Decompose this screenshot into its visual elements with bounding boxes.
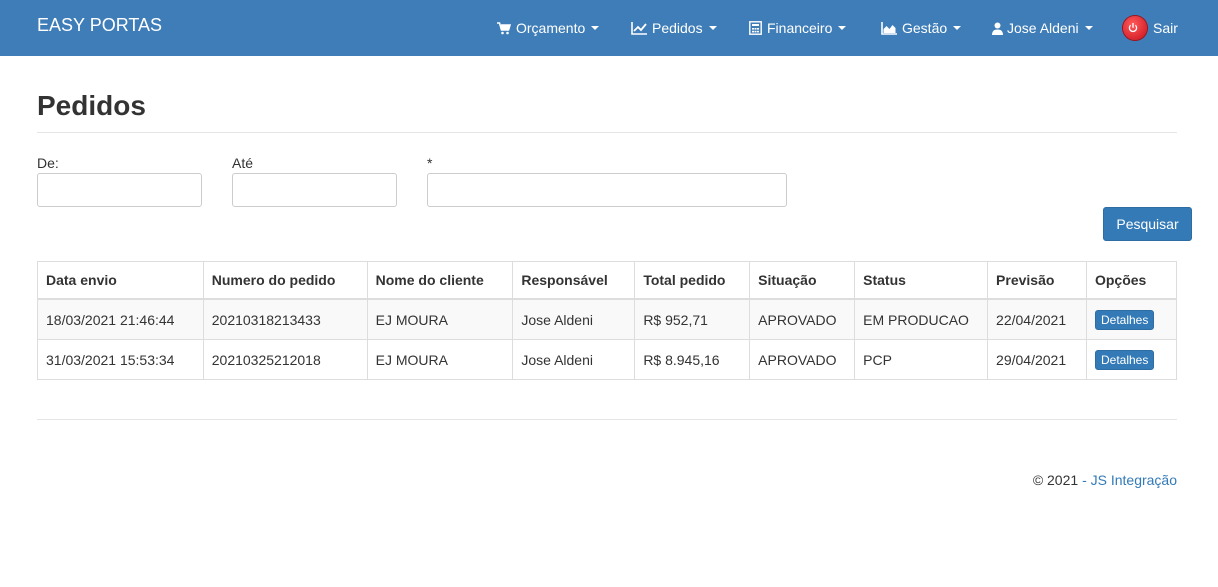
nav-orcamento[interactable]: Orçamento [497, 0, 600, 56]
details-button[interactable]: Detalhes [1094, 349, 1155, 370]
footer-divider [37, 419, 1177, 420]
logout-button[interactable]: Sair [1123, 0, 1178, 56]
to-date-label: Até [232, 155, 254, 171]
cell-situacao: APROVADO [749, 339, 856, 380]
cell-opcoes: Detalhes [1085, 298, 1178, 340]
brand-logo[interactable]: EASY PORTAS [37, 15, 162, 36]
user-icon [992, 22, 1003, 35]
cell-status: PCP [854, 339, 989, 380]
col-header-previsao: Previsão [987, 261, 1087, 300]
line-chart-icon [631, 21, 647, 35]
cell-previsao: 22/04/2021 [987, 298, 1087, 340]
col-header-situacao: Situação [749, 261, 856, 300]
nav-gestao-label: Gestão [902, 20, 948, 36]
cell-numero: 20210318213433 [202, 298, 368, 340]
page-title: Pedidos [37, 90, 146, 121]
nav-user-label: Jose Aldeni [1007, 20, 1079, 36]
cell-previsao: 29/04/2021 [987, 339, 1087, 380]
calculator-icon [749, 21, 762, 35]
nav-orcamento-label: Orçamento [516, 20, 586, 36]
col-header-responsavel: Responsável [512, 261, 636, 300]
search-button[interactable]: Pesquisar [1103, 207, 1192, 241]
chevron-down-icon [838, 26, 847, 30]
table-row: 18/03/2021 21:46:44 20210318213433 EJ MO… [37, 298, 1178, 340]
chevron-down-icon [953, 26, 962, 30]
copyright-text: © 2021 [1032, 472, 1079, 488]
logout-label: Sair [1153, 20, 1178, 36]
nav-financeiro-label: Financeiro [767, 20, 833, 36]
nav-pedidos[interactable]: Pedidos [631, 0, 717, 56]
col-header-total: Total pedido [634, 261, 751, 300]
search-text-input[interactable] [427, 173, 787, 207]
col-header-status: Status [854, 261, 989, 300]
table-row: 31/03/2021 15:53:34 20210325212018 EJ MO… [37, 339, 1178, 380]
col-header-numero: Numero do pedido [202, 261, 368, 300]
cart-icon [497, 21, 511, 34]
cell-status: EM PRODUCAO [854, 298, 989, 340]
chevron-down-icon [1084, 26, 1093, 30]
cell-responsavel: Jose Aldeni [512, 298, 636, 340]
nav-financeiro[interactable]: Financeiro [749, 0, 847, 56]
to-date-input[interactable] [232, 173, 397, 207]
cell-responsavel: Jose Aldeni [512, 339, 636, 380]
col-header-cliente: Nome do cliente [366, 261, 514, 300]
power-icon [1123, 16, 1147, 40]
cell-cliente: EJ MOURA [366, 298, 514, 340]
from-date-input[interactable] [37, 173, 202, 207]
cell-data-envio: 18/03/2021 21:46:44 [37, 298, 204, 340]
orders-table: Data envio Numero do pedido Nome do clie… [37, 261, 1178, 380]
nav-pedidos-label: Pedidos [652, 20, 703, 36]
cell-total: R$ 8.945,16 [634, 339, 751, 380]
footer-link[interactable]: - JS Integração [1082, 472, 1177, 488]
col-header-data-envio: Data envio [37, 261, 204, 300]
chevron-down-icon [708, 26, 717, 30]
cell-situacao: APROVADO [749, 298, 856, 340]
area-chart-icon [881, 21, 897, 35]
footer: © 2021 - JS Integração [1033, 472, 1177, 488]
cell-opcoes: Detalhes [1085, 339, 1178, 380]
col-header-opcoes: Opções [1085, 261, 1178, 300]
cell-numero: 20210325212018 [202, 339, 368, 380]
nav-gestao[interactable]: Gestão [881, 0, 962, 56]
cell-data-envio: 31/03/2021 15:53:34 [37, 339, 204, 380]
navbar: EASY PORTAS Orçamento Pedidos Financeiro [0, 0, 1218, 56]
cell-cliente: EJ MOURA [366, 339, 514, 380]
cell-total: R$ 952,71 [634, 298, 751, 340]
nav-user-menu[interactable]: Jose Aldeni [992, 0, 1093, 56]
chevron-down-icon [591, 26, 600, 30]
details-button[interactable]: Detalhes [1094, 309, 1155, 330]
title-divider [37, 132, 1177, 133]
from-date-label: De: [37, 155, 59, 171]
search-text-label: * [427, 155, 433, 171]
table-header-row: Data envio Numero do pedido Nome do clie… [37, 261, 1178, 300]
